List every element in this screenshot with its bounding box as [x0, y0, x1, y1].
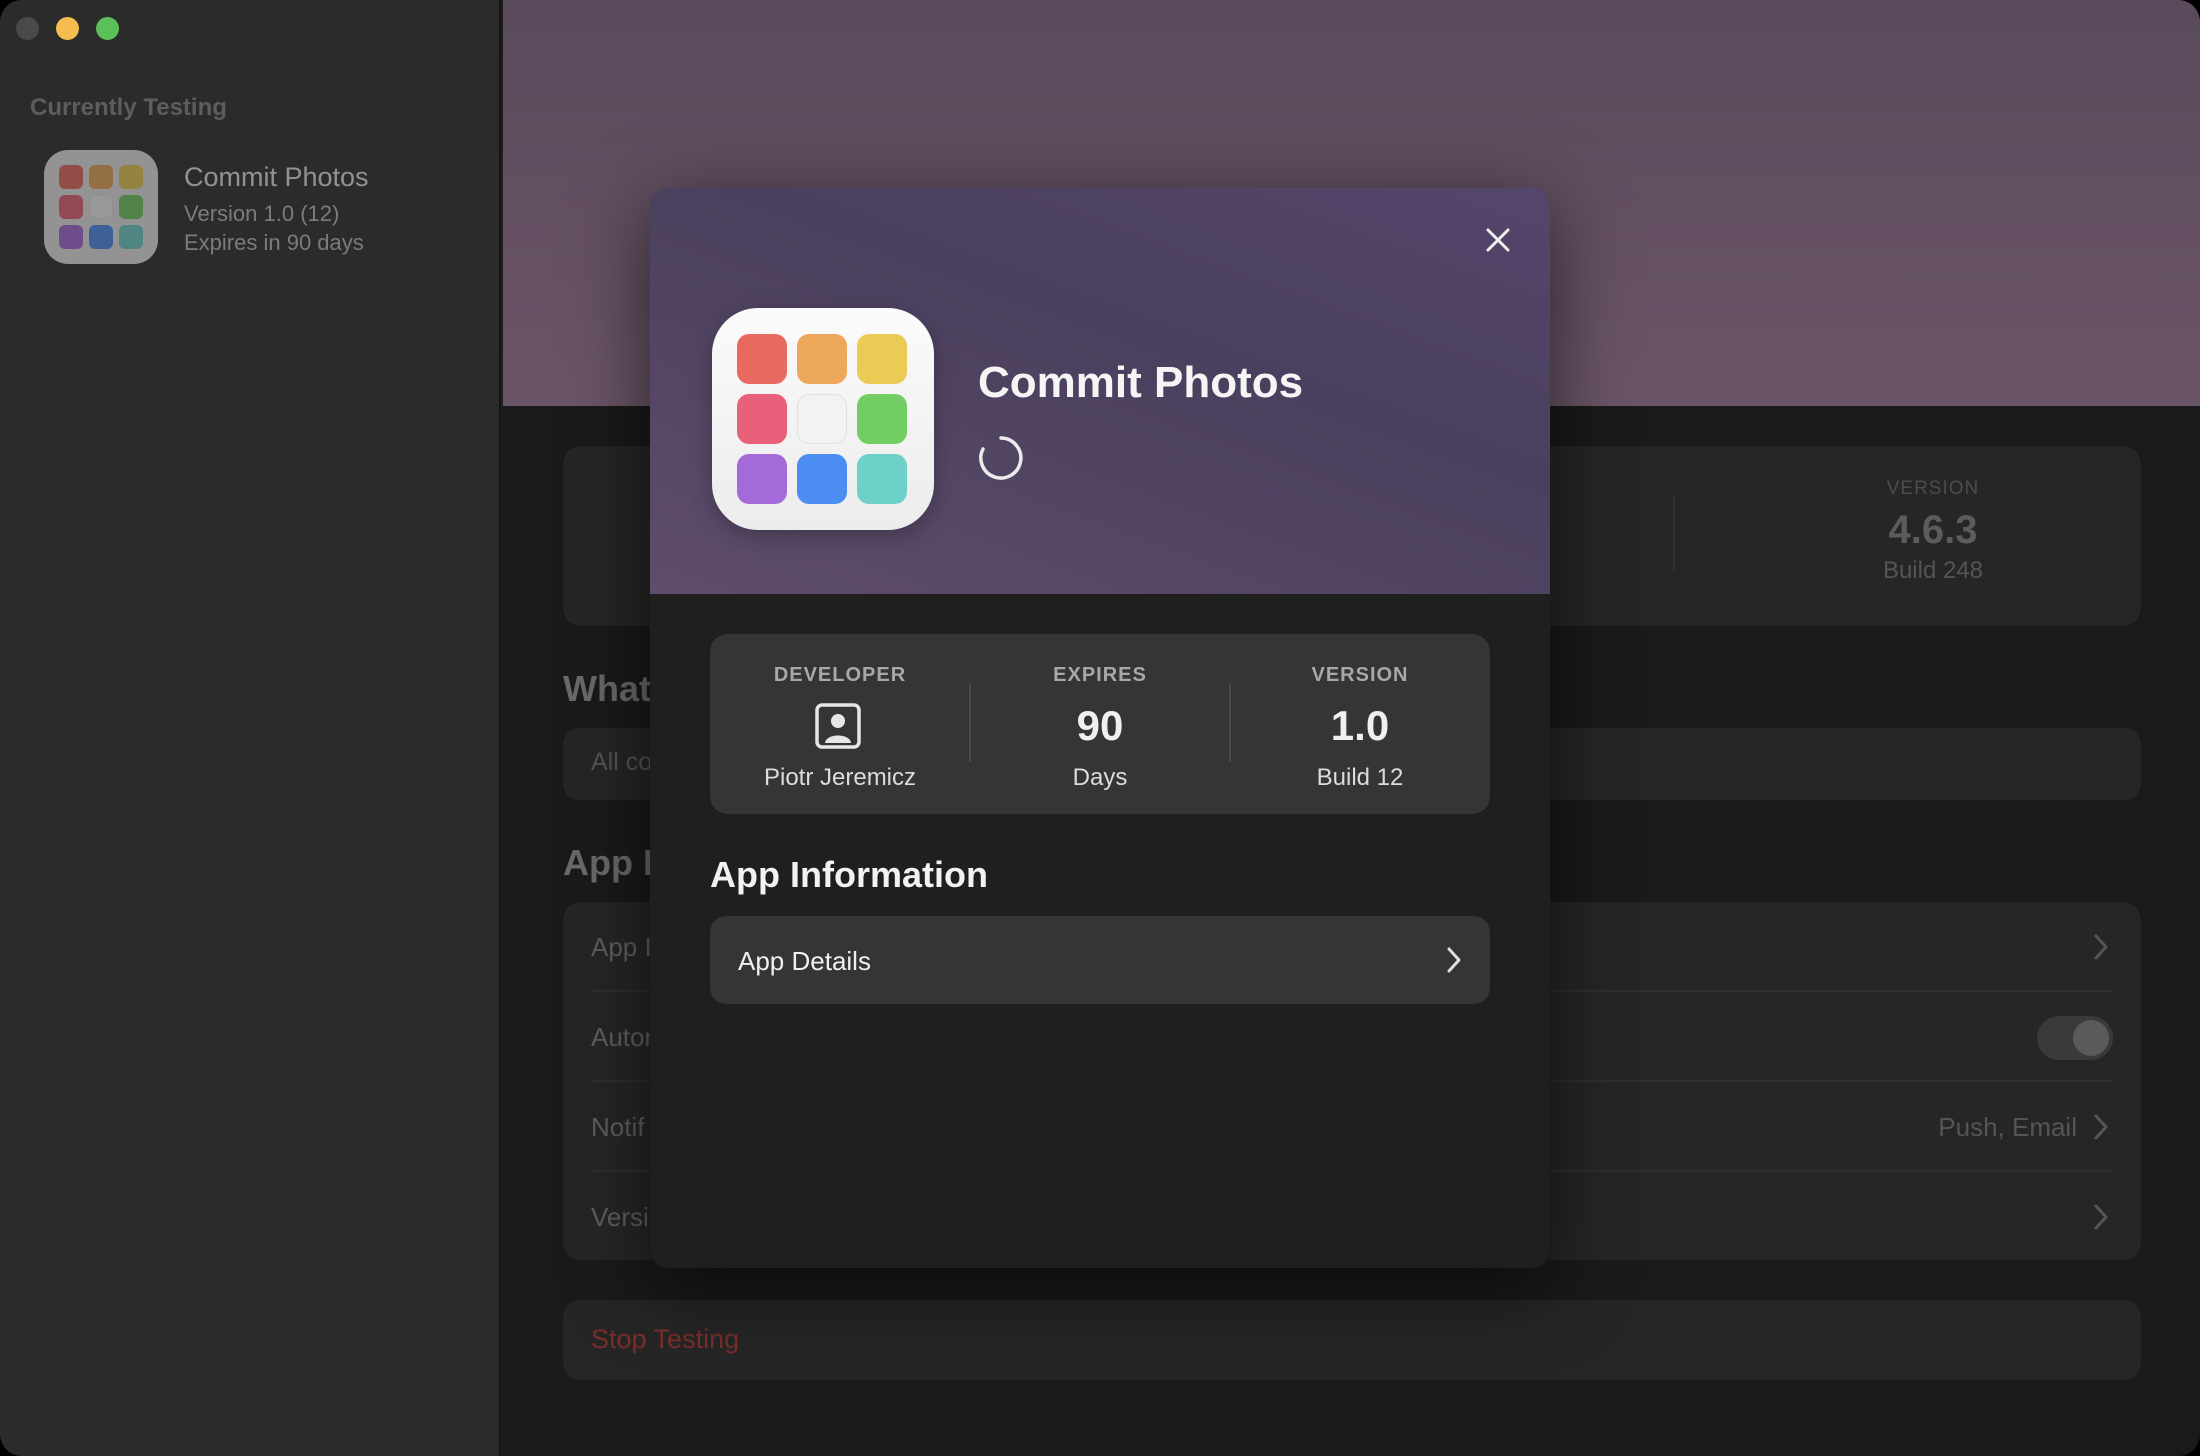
chevron-right-icon [2094, 1114, 2108, 1140]
sidebar-app-expires: Expires in 90 days [184, 230, 364, 255]
close-icon[interactable] [1478, 220, 1518, 260]
whats-new-heading: What [563, 668, 651, 709]
version-stat: VERSION 1.0 Build 12 [1311, 664, 1409, 791]
app-window: Currently Testing Commit Photos Version … [0, 0, 2200, 1456]
sidebar-item-commit-photos[interactable]: Commit Photos Version 1.0 (12) Expires i… [44, 150, 369, 264]
zoom-window-button[interactable] [96, 17, 119, 40]
developer-stat: DEVELOPER Piotr Jeremicz [710, 634, 970, 814]
app-information-heading: App Information [710, 854, 988, 895]
app-title: Commit Photos [978, 358, 1304, 407]
sheet-header: Commit Photos [650, 188, 1550, 594]
chevron-right-icon [2094, 1204, 2108, 1230]
close-window-button[interactable] [16, 17, 39, 40]
sidebar-section-title: Currently Testing [30, 94, 227, 121]
app-info-card: DEVELOPER Piotr Jeremicz EXPIRES 90 Days… [710, 634, 1490, 814]
auto-update-toggle[interactable] [2037, 1016, 2113, 1060]
sidebar-app-version: Version 1.0 (12) [184, 201, 340, 226]
developer-name: Piotr Jeremicz [763, 764, 917, 791]
background-version-stat: VERSION 4.6.3 Build 248 [1882, 478, 1984, 584]
app-detail-sheet: Commit Photos DEVELOPER Piotr Jeremicz E… [650, 188, 1550, 1268]
app-details-row[interactable]: App Details [710, 916, 1490, 1004]
chevron-right-icon [1447, 947, 1461, 973]
minimize-window-button[interactable] [56, 17, 79, 40]
expires-stat: EXPIRES 90 Days [1053, 664, 1147, 791]
sidebar: Currently Testing Commit Photos Version … [0, 0, 501, 1456]
app-grid-icon [44, 150, 158, 264]
app-info-heading: App I [563, 842, 653, 883]
stop-testing-button[interactable]: Stop Testing [563, 1300, 2141, 1380]
window-controls [16, 17, 119, 40]
app-grid-icon [712, 308, 934, 530]
chevron-right-icon [2094, 934, 2108, 960]
sidebar-app-name: Commit Photos [184, 162, 369, 192]
divider [1673, 496, 1675, 570]
loading-spinner-icon [979, 436, 1023, 480]
person-icon [815, 703, 861, 749]
